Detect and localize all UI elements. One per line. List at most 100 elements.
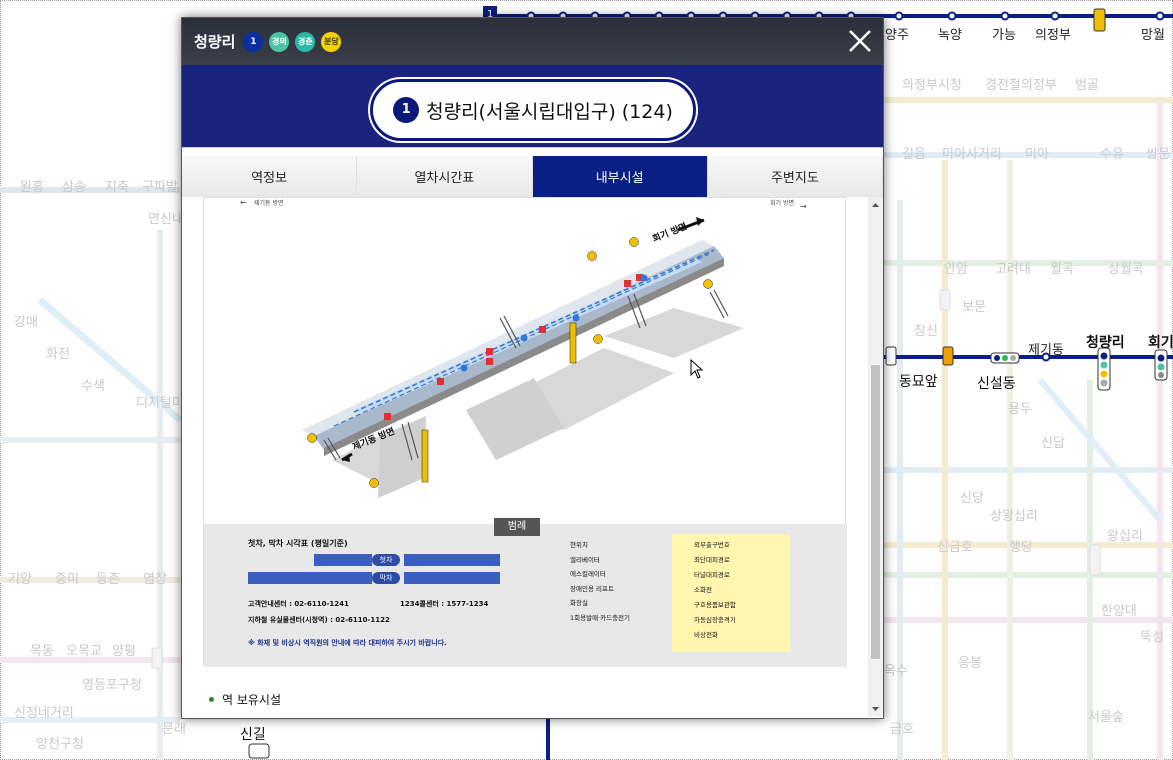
call-center-phone: 1234콜센터 : 1577-1234 xyxy=(400,600,489,608)
legend-item: 최단대피경로 xyxy=(694,556,730,564)
map-station-label[interactable]: 동묘앞 xyxy=(899,371,938,391)
timetable-title: 첫차, 막차 시각표 (평일기준) xyxy=(248,539,348,548)
map-station-label[interactable]: 증미 xyxy=(55,568,79,587)
legend-item: 비상전화 xyxy=(694,631,718,639)
legend-item: 화장실 xyxy=(570,599,588,607)
map-station-label[interactable]: 지축 xyxy=(105,176,129,195)
tab-content[interactable]: ← 제기동 방면 회기 방면 → 회기 방면 제기동 방면 범례 첫차, 막차 … xyxy=(182,197,868,717)
legend-title: 범례 xyxy=(494,518,540,536)
map-station-label[interactable]: 목동 xyxy=(30,640,54,659)
last-train-cells xyxy=(248,572,372,584)
map-station-label[interactable]: 신답 xyxy=(1041,432,1065,451)
line-number-badge: 1 xyxy=(393,97,420,123)
map-station-label[interactable]: 한양대 xyxy=(1101,600,1137,619)
map-station-label[interactable]: 양천구청 xyxy=(36,733,84,752)
legend-facility-list: 현위치 엘리베이터 에스컬레이터 장애인용 리프트 화장실 1회용발매·카드충전… xyxy=(570,538,630,625)
legend-item: 엘리베이터 xyxy=(570,555,600,564)
map-station-label[interactable]: 의정부시청 xyxy=(902,74,962,93)
map-station-label[interactable]: 상왕십리 xyxy=(990,505,1038,524)
map-station-label[interactable]: 용두 xyxy=(1008,398,1032,417)
popup-tabs: 역정보 열차시간표 내부시설 주변지도 xyxy=(182,156,883,197)
legend-panel: 범례 첫차, 막차 시각표 (평일기준) 첫차 막차 고객안내센터 : 02-6… xyxy=(204,518,847,667)
map-station-label[interactable]: 기양 xyxy=(8,568,32,587)
map-station-label[interactable]: 회기 xyxy=(1148,332,1173,352)
tab-station-info[interactable]: 역정보 xyxy=(182,156,358,197)
map-station-label[interactable]: 신당 xyxy=(960,487,984,506)
map-station-label[interactable]: 쌍문 xyxy=(1146,143,1170,162)
last-train-label: 막차 xyxy=(372,572,400,584)
content-scrollbar[interactable] xyxy=(868,197,883,717)
map-station-label[interactable]: 삼송 xyxy=(62,176,86,195)
map-station-label[interactable]: 월곡 xyxy=(1050,258,1074,277)
map-station-label[interactable]: 의정부 xyxy=(1035,24,1071,43)
map-station-label[interactable]: 서울숲 xyxy=(1088,706,1124,725)
arrow-hoegi-label: 회기 방면 xyxy=(651,220,689,245)
map-station-label[interactable]: 신금호 xyxy=(937,536,973,555)
bullet-icon xyxy=(209,697,214,702)
map-station-label[interactable]: 안암 xyxy=(944,258,968,277)
map-station-label[interactable]: 청량리 xyxy=(1086,332,1125,352)
map-station-label[interactable]: 신길 xyxy=(240,724,266,744)
map-station-label[interactable]: 제기동 xyxy=(1028,339,1064,358)
legend-item: 소화전 xyxy=(694,586,712,594)
tab-nearby-map[interactable]: 주변지도 xyxy=(707,156,883,197)
scroll-down-icon[interactable] xyxy=(868,703,883,715)
last-train-cells xyxy=(404,572,500,584)
map-station-label[interactable]: 강매 xyxy=(14,311,38,330)
map-station-label[interactable]: 원흥 xyxy=(20,176,44,195)
map-station-label[interactable]: 화전 xyxy=(46,343,70,362)
first-train-cells xyxy=(314,554,372,566)
map-station-label[interactable]: 등촌 xyxy=(96,568,120,587)
close-icon[interactable] xyxy=(847,28,873,54)
map-station-label[interactable]: 미아사거리 xyxy=(942,143,1002,162)
map-station-label[interactable]: 망월 xyxy=(1141,24,1165,43)
map-station-label[interactable]: 창신 xyxy=(914,320,938,339)
direction-right-label: 회기 방면 xyxy=(770,199,794,207)
legend-item: 터널대피경로 xyxy=(694,571,730,579)
map-station-label[interactable]: 양평 xyxy=(112,640,136,659)
map-station-label[interactable]: 문래 xyxy=(162,718,186,737)
scrollbar-thumb[interactable] xyxy=(871,365,880,659)
full-station-name: 청량리(서울시립대입구) (124) xyxy=(426,100,673,123)
svg-text:←: ← xyxy=(240,198,247,207)
map-station-label[interactable]: 수유 xyxy=(1100,143,1124,162)
map-station-label[interactable]: 수색 xyxy=(81,375,105,394)
tab-facilities[interactable]: 내부시설 xyxy=(532,156,708,197)
map-station-label[interactable]: 가능 xyxy=(992,24,1016,43)
line-badge-bundang: 분당 xyxy=(321,31,342,52)
map-station-label[interactable]: 구파발 xyxy=(142,176,178,195)
map-station-label[interactable]: 응봉 xyxy=(958,652,982,671)
map-station-label[interactable]: 왕십리 xyxy=(1107,525,1143,544)
map-station-label[interactable]: 영등포구청 xyxy=(82,674,142,693)
map-station-label[interactable]: 범골 xyxy=(1075,74,1099,93)
tab-timetable[interactable]: 열차시간표 xyxy=(357,156,533,197)
map-station-label[interactable]: 녹양 xyxy=(938,24,962,43)
scroll-up-icon[interactable] xyxy=(868,199,883,211)
map-station-label[interactable]: 미아 xyxy=(1025,143,1049,162)
map-station-label[interactable]: 보문 xyxy=(962,296,986,315)
emergency-notice: ※ 화재 및 비상시 역직원의 안내에 따라 대피하여 주시기 바랍니다. xyxy=(248,639,447,647)
station-info-popup: 청량리 1 경의 경춘 분당 1 청량리(서울시립대입구) (124) 역정보 … xyxy=(181,17,884,719)
first-train-label: 첫차 xyxy=(372,554,400,566)
map-station-label[interactable]: 금호 xyxy=(890,718,914,737)
map-station-label[interactable]: 상월곡 xyxy=(1108,258,1144,277)
facilities-heading-text: 역 보유시설 xyxy=(222,693,282,707)
map-station-label[interactable]: 염창 xyxy=(143,568,167,587)
map-station-label[interactable]: 신정네거리 xyxy=(14,702,74,721)
map-station-label[interactable]: 뚝섬 xyxy=(1140,626,1164,645)
map-station-label[interactable]: 오목교 xyxy=(66,640,102,659)
map-station-label[interactable]: 옥수 xyxy=(884,660,908,679)
map-station-label[interactable]: 디지털미디어시티 xyxy=(136,392,180,411)
map-station-label[interactable]: 연신내 xyxy=(148,208,184,227)
legend-item: 에스컬레이터 xyxy=(570,570,606,578)
map-station-label[interactable]: 고려대 xyxy=(995,258,1031,277)
map-station-label[interactable]: 경전철의정부 xyxy=(985,74,1057,93)
map-station-label[interactable]: 행당 xyxy=(1009,536,1033,555)
station-title-band: 1 청량리(서울시립대입구) (124) xyxy=(182,65,883,148)
map-station-label[interactable]: 양주 xyxy=(885,24,909,43)
station-floor-diagram: ← 제기동 방면 회기 방면 → 회기 방면 제기동 방면 범례 첫차, 막차 … xyxy=(203,197,847,667)
map-station-label[interactable]: 길음 xyxy=(902,143,926,162)
first-train-cells xyxy=(404,554,500,566)
legend-item: 구호용품보관함 xyxy=(694,601,736,609)
map-station-label[interactable]: 신설동 xyxy=(977,373,1016,393)
